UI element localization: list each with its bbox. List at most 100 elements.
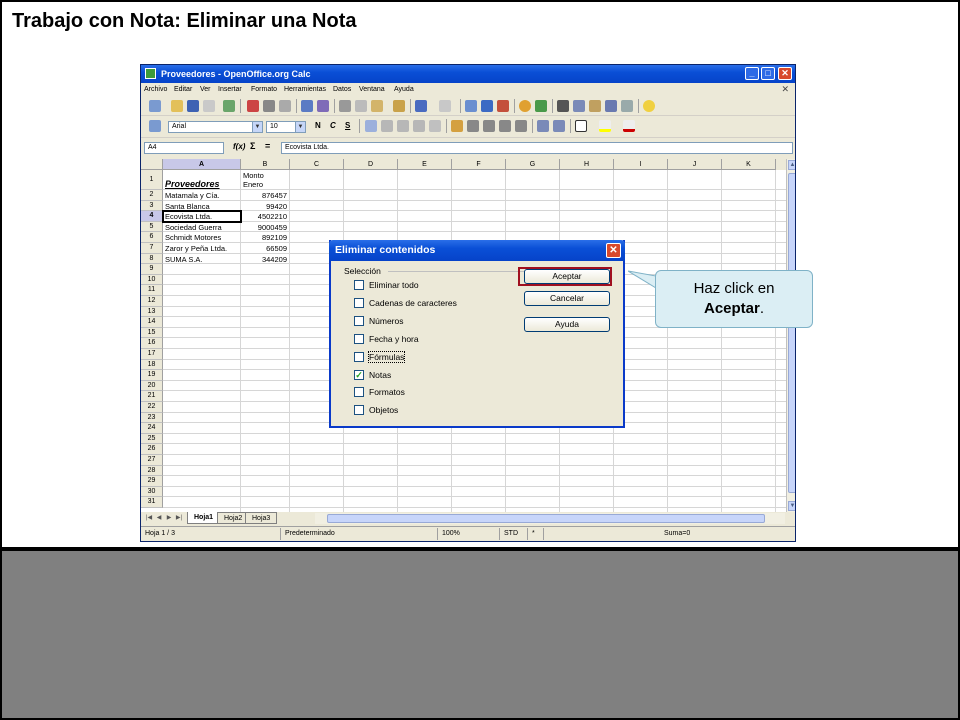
cell-a8[interactable]: SUMA S.A. <box>165 255 240 264</box>
new-icon[interactable] <box>149 100 161 112</box>
next-sheet-icon[interactable]: ▶ <box>165 514 173 523</box>
cell-b3[interactable]: 99420 <box>241 202 287 211</box>
column-header-a[interactable]: A <box>163 159 241 170</box>
cell-b8[interactable]: 344209 <box>241 255 287 264</box>
function-wizard-icon[interactable]: f(x) <box>233 142 245 151</box>
styles-icon[interactable] <box>149 120 161 132</box>
underline-button[interactable]: S <box>345 121 350 130</box>
row-header-11[interactable]: 11 <box>141 285 163 296</box>
row-header-14[interactable]: 14 <box>141 317 163 328</box>
last-sheet-icon[interactable]: ▶| <box>175 514 183 523</box>
status-zoom[interactable]: 100% <box>438 528 500 540</box>
cell-b6[interactable]: 892109 <box>241 233 287 242</box>
decrease-indent-icon[interactable] <box>537 120 549 132</box>
help-button[interactable]: Ayuda <box>524 317 610 332</box>
row-header-9[interactable]: 9 <box>141 264 163 275</box>
datapilot-icon[interactable] <box>535 100 547 112</box>
row-header-12[interactable]: 12 <box>141 296 163 307</box>
checkbox-formulas[interactable] <box>354 351 364 362</box>
row-header-19[interactable]: 19 <box>141 370 163 381</box>
cell-a1[interactable]: Proveedores <box>165 179 220 189</box>
background-color-icon[interactable] <box>599 120 611 132</box>
row-header-18[interactable]: 18 <box>141 359 163 371</box>
menu-ver[interactable]: Ver <box>200 86 211 93</box>
gallery-icon[interactable] <box>589 100 601 112</box>
scroll-up-icon[interactable]: ▲ <box>788 160 795 170</box>
percent-icon[interactable] <box>467 120 479 132</box>
sum-icon[interactable]: Σ <box>250 141 255 151</box>
column-header-c[interactable]: C <box>290 159 344 170</box>
sort-ascending-icon[interactable] <box>481 100 493 112</box>
borders-icon[interactable] <box>575 120 587 132</box>
cell-a6[interactable]: Schmidt Motores <box>165 233 240 242</box>
cell-b7[interactable]: 66509 <box>241 244 287 253</box>
cell-b1-line2[interactable]: Enero <box>243 180 263 189</box>
menu-ventana[interactable]: Ventana <box>359 86 385 93</box>
menu-ayuda[interactable]: Ayuda <box>394 86 414 93</box>
sheet-tab-hoja1[interactable]: Hoja1 <box>187 512 221 524</box>
cell-b5[interactable]: 9000459 <box>241 223 287 232</box>
font-color-icon[interactable] <box>623 120 635 132</box>
cut-icon[interactable] <box>339 100 351 112</box>
cell-b4[interactable]: 4502210 <box>241 212 287 221</box>
redo-icon[interactable] <box>439 100 451 112</box>
select-all-corner[interactable] <box>141 159 163 170</box>
undo-icon[interactable] <box>415 100 427 112</box>
scroll-down-icon[interactable]: ▼ <box>788 501 795 511</box>
column-header-h[interactable]: H <box>560 159 614 170</box>
row-header-10[interactable]: 10 <box>141 274 163 286</box>
checkbox-objects[interactable] <box>354 405 364 416</box>
horizontal-scroll-thumb[interactable] <box>327 514 765 523</box>
status-page-style[interactable]: Predeterminado <box>281 528 438 540</box>
formula-input[interactable]: Ecovista Ltda. <box>281 142 793 154</box>
status-mode[interactable]: STD <box>500 528 528 540</box>
data-sources-icon[interactable] <box>605 100 617 112</box>
cell-b2[interactable]: 876457 <box>241 191 287 200</box>
row-header-17[interactable]: 17 <box>141 349 163 360</box>
align-left-icon[interactable] <box>365 120 377 132</box>
spellcheck-icon[interactable] <box>301 100 313 112</box>
first-sheet-icon[interactable]: |◀ <box>145 514 153 523</box>
chart-icon[interactable] <box>519 100 531 112</box>
column-header-e[interactable]: E <box>398 159 452 170</box>
checkbox-date-time[interactable] <box>354 333 364 344</box>
cell-b1-line1[interactable]: Monto <box>243 171 264 180</box>
print-preview-icon[interactable] <box>279 100 291 112</box>
currency-icon[interactable] <box>451 120 463 132</box>
row-header-22[interactable]: 22 <box>141 402 163 413</box>
row-header-4[interactable]: 4 <box>141 211 163 222</box>
sort-descending-icon[interactable] <box>497 100 509 112</box>
delete-decimal-icon[interactable] <box>515 120 527 132</box>
row-header-25[interactable]: 25 <box>141 433 163 445</box>
edit-file-icon[interactable] <box>223 100 235 112</box>
column-header-g[interactable]: G <box>506 159 560 170</box>
autospellcheck-icon[interactable] <box>317 100 329 112</box>
row-header-2[interactable]: 2 <box>141 190 163 201</box>
checkbox-delete-all[interactable] <box>354 280 364 290</box>
row-header-24[interactable]: 24 <box>141 423 163 434</box>
accept-button[interactable]: Aceptar <box>524 269 610 284</box>
sheet-tab-hoja3[interactable]: Hoja3 <box>245 512 278 524</box>
menu-formato[interactable]: Formato <box>251 86 277 93</box>
font-name-select[interactable]: Arial ▼ <box>168 121 263 133</box>
email-icon[interactable] <box>203 100 215 112</box>
row-header-7[interactable]: 7 <box>141 243 163 254</box>
checkbox-notes[interactable]: ✓ <box>354 369 364 380</box>
cell-a7[interactable]: Zaror y Peña Ltda. <box>165 244 240 253</box>
find-replace-icon[interactable] <box>557 100 569 112</box>
increase-indent-icon[interactable] <box>553 120 565 132</box>
hyperlink-icon[interactable] <box>465 100 477 112</box>
function-icon[interactable]: = <box>265 141 270 151</box>
checkbox-text[interactable] <box>354 297 364 308</box>
merge-cells-icon[interactable] <box>429 120 441 132</box>
bold-button[interactable]: N <box>315 121 321 130</box>
standard-format-icon[interactable] <box>483 120 495 132</box>
row-header-28[interactable]: 28 <box>141 465 163 477</box>
window-close-button[interactable]: ✕ <box>778 67 792 80</box>
row-header-20[interactable]: 20 <box>141 380 163 392</box>
row-header-8[interactable]: 8 <box>141 253 163 265</box>
row-header-27[interactable]: 27 <box>141 455 163 466</box>
menu-editar[interactable]: Editar <box>174 86 192 93</box>
row-header-23[interactable]: 23 <box>141 412 163 424</box>
maximize-button[interactable]: □ <box>761 67 775 80</box>
